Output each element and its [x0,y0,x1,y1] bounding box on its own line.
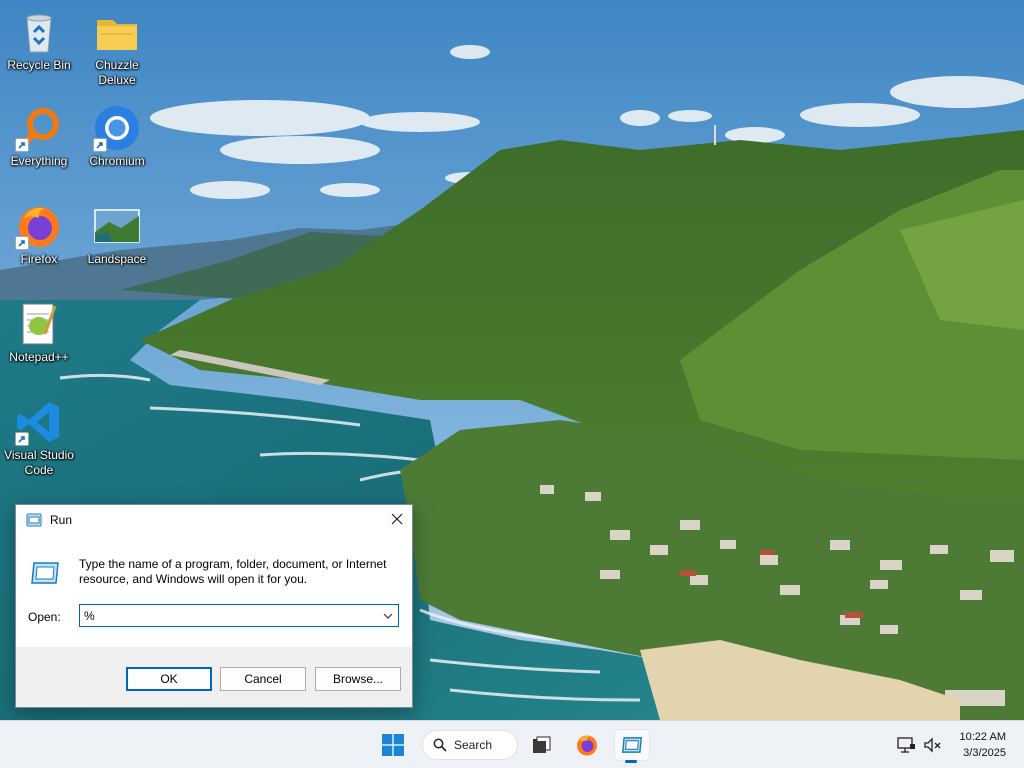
search-icon [433,738,447,752]
desktop-icon-label: Firefox [20,252,58,266]
desktop-icon-everything[interactable]: Everything [0,104,78,169]
recycle-bin-icon [15,8,63,56]
shortcut-arrow-icon [15,432,29,446]
browse-button[interactable]: Browse... [315,667,401,691]
desktop-icon-landspace[interactable]: Landspace [78,202,156,267]
desktop-icon-label: Chromium [89,154,145,168]
run-titlebar[interactable]: Run [16,505,412,535]
desktop-icon-firefox[interactable]: Firefox [0,202,78,267]
notepad-plus-plus-icon [15,300,63,348]
taskbar-clock[interactable]: 10:22 AM 3/3/2025 [960,729,1006,761]
run-icon [26,513,42,527]
close-icon [391,513,403,525]
taskbar-search-box[interactable]: Search [422,730,518,760]
desktop-icon-chuzzle-deluxe[interactable]: Chuzzle Deluxe [78,8,156,88]
network-icon[interactable] [896,735,916,755]
folder-icon [93,8,141,56]
everything-search-icon [15,104,63,152]
desktop-icon-label: Recycle Bin [7,58,71,72]
open-label: Open: [28,610,61,624]
open-combobox[interactable] [79,604,399,627]
run-description: Type the name of a program, folder, docu… [79,557,387,586]
firefox-icon [577,735,597,756]
firefox-icon [15,202,63,250]
desktop-icon-label: Landspace [87,252,147,266]
desktop-icon-chromium[interactable]: Chromium [78,104,156,169]
clock-time: 10:22 AM [959,731,1006,743]
close-button[interactable] [382,505,412,533]
run-dialog-body: Type the name of a program, folder, docu… [16,535,412,647]
taskbar-firefox-button[interactable] [571,729,603,761]
run-dialog-title: Run [50,513,73,527]
chromium-icon [93,104,141,152]
start-icon [382,734,404,756]
shortcut-arrow-icon [15,138,29,152]
desktop-icon-notepad-plus-plus[interactable]: Notepad++ [0,300,78,365]
run-dialog: Run Type the name of a program, folder, … [15,504,413,708]
run-icon [621,737,643,753]
task-view-icon [533,736,551,753]
desktop-icon-label: Chuzzle Deluxe [95,58,139,87]
desktop-icon-label: Everything [10,154,68,168]
desktop-icon-label: Visual Studio Code [4,448,74,477]
cancel-button[interactable]: Cancel [220,667,306,691]
task-view-button[interactable] [526,729,558,761]
active-indicator [625,760,637,763]
run-dialog-footer: OK Cancel Browse... [16,647,412,707]
desktop-icon-recycle-bin[interactable]: Recycle Bin [0,8,78,73]
clock-date: 3/3/2025 [963,747,1006,759]
vscode-icon [15,398,63,446]
taskbar: Search 10:22 AM 3/3/2025 [0,720,1024,768]
shortcut-arrow-icon [15,236,29,250]
volume-muted-icon[interactable] [922,735,942,755]
desktop-icon-vscode[interactable]: Visual Studio Code [0,398,78,478]
run-program-icon [31,562,59,584]
chevron-down-icon[interactable] [380,608,396,623]
taskbar-run-button[interactable] [614,729,650,763]
landscape-image-icon [93,202,141,250]
shortcut-arrow-icon [93,138,107,152]
open-input[interactable] [80,605,370,626]
ok-button[interactable]: OK [126,667,212,691]
desktop-icon-label: Notepad++ [9,350,69,364]
taskbar-search-label: Search [454,738,493,752]
start-button[interactable] [377,729,409,761]
